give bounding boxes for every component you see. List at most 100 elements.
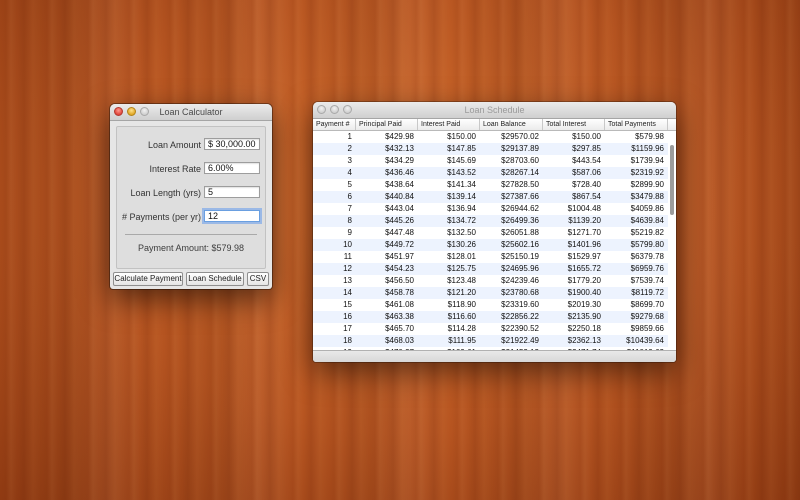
calculator-titlebar[interactable]: Loan Calculator — [110, 104, 272, 121]
table-cell: $2319.92 — [630, 168, 664, 177]
table-row[interactable]: 15 $461.08 $118.90 $23319.60 $2019.30 $8699.7… — [313, 299, 668, 311]
table-cell: 13 — [343, 276, 352, 285]
table-cell: $463.38 — [385, 312, 414, 321]
table-cell: $1529.97 — [567, 252, 601, 261]
table-cell: $5799.80 — [630, 240, 664, 249]
table-cell: $111.95 — [448, 336, 476, 345]
table-cell: $443.04 — [385, 204, 414, 213]
table-cell: $150.00 — [572, 132, 601, 141]
table-cell: $27387.66 — [501, 192, 539, 201]
table-cell: $4639.84 — [630, 216, 664, 225]
table-cell: $451.97 — [385, 252, 414, 261]
column-header[interactable]: Loan Balance — [480, 119, 543, 130]
vertical-scrollbar[interactable] — [670, 145, 674, 215]
table-cell: $449.72 — [385, 240, 414, 249]
table-cell: $443.54 — [572, 156, 601, 165]
table-cell: $24239.46 — [501, 276, 539, 285]
payments-per-year-row: # Payments (per yr) 12 — [117, 210, 265, 224]
table-row[interactable]: 10 $449.72 $130.26 $25602.16 $1401.96 $5799.8… — [313, 239, 668, 251]
minimize-icon[interactable] — [330, 105, 339, 114]
table-cell: $587.06 — [572, 168, 601, 177]
table-row[interactable]: 4 $436.46 $143.52 $28267.14 $587.06 $2319.92 — [313, 167, 668, 179]
table-cell: $2135.90 — [567, 312, 601, 321]
table-row[interactable]: 12 $454.23 $125.75 $24695.96 $1655.72 $6959.7… — [313, 263, 668, 275]
table-cell: $1139.20 — [568, 216, 601, 225]
divider — [125, 234, 257, 235]
table-cell: $125.75 — [447, 264, 476, 273]
table-row[interactable]: 18 $468.03 $111.95 $21922.49 $2362.13 $10439.… — [313, 335, 668, 347]
table-row[interactable]: 1 $429.98 $150.00 $29570.02 $150.00 $579.98 — [313, 131, 668, 143]
loan-calculator-window: Loan Calculator Loan Amount $ 30,000.00 … — [110, 104, 272, 289]
schedule-table: Payment # Principal Paid Interest Paid L… — [313, 119, 676, 350]
calculate-payment-button[interactable]: Calculate Payment — [113, 272, 183, 286]
table-cell: $25150.19 — [501, 252, 539, 261]
table-cell: $2362.13 — [567, 336, 601, 345]
column-header[interactable]: Total Payments — [605, 119, 668, 130]
table-row[interactable]: 5 $438.64 $141.34 $27828.50 $728.40 $2899.90 — [313, 179, 668, 191]
table-cell: $150.00 — [447, 132, 476, 141]
table-cell: $22856.22 — [501, 312, 539, 321]
table-cell: $21922.49 — [501, 336, 539, 345]
table-cell: $2899.90 — [630, 180, 664, 189]
table-row[interactable]: 16 $463.38 $116.60 $22856.22 $2135.90 $9279.6… — [313, 311, 668, 323]
table-cell: $1739.94 — [630, 156, 664, 165]
column-header[interactable]: Total Interest — [543, 119, 605, 130]
calculator-button-bar: Calculate Payment Loan Schedule CSV — [110, 271, 272, 289]
zoom-icon[interactable] — [140, 107, 149, 116]
table-cell: 14 — [343, 288, 352, 297]
table-cell: 6 — [347, 192, 352, 201]
table-row[interactable]: 3 $434.29 $145.69 $28703.60 $443.54 $1739.94 — [313, 155, 668, 167]
close-icon[interactable] — [317, 105, 326, 114]
table-cell: $445.26 — [385, 216, 414, 225]
table-cell: $121.20 — [447, 288, 476, 297]
minimize-icon[interactable] — [127, 107, 136, 116]
zoom-icon[interactable] — [343, 105, 352, 114]
loan-schedule-button[interactable]: Loan Schedule — [186, 272, 244, 286]
table-row[interactable]: 6 $440.84 $139.14 $27387.66 $867.54 $3479.88 — [313, 191, 668, 203]
table-cell: $454.23 — [385, 264, 414, 273]
table-cell: $26944.62 — [501, 204, 539, 213]
window-title: Loan Schedule — [464, 105, 525, 115]
table-cell: $25602.16 — [501, 240, 539, 249]
table-cell: $28267.14 — [501, 168, 539, 177]
schedule-titlebar[interactable]: Loan Schedule — [313, 102, 676, 119]
loan-amount-label: Loan Amount — [147, 140, 201, 150]
column-header[interactable]: Principal Paid — [356, 119, 418, 130]
payments-per-year-field[interactable]: 12 — [204, 210, 260, 222]
loan-length-field[interactable]: 5 — [204, 186, 260, 198]
table-cell: $297.85 — [572, 144, 601, 153]
table-row[interactable]: 2 $432.13 $147.85 $29137.89 $297.85 $1159.96 — [313, 143, 668, 155]
interest-rate-field[interactable]: 6.00% — [204, 162, 260, 174]
table-cell: $26499.36 — [501, 216, 539, 225]
table-cell: $4059.86 — [630, 204, 664, 213]
table-cell: $134.72 — [447, 216, 476, 225]
table-row[interactable]: 14 $458.78 $121.20 $23780.68 $1900.40 $8119.7… — [313, 287, 668, 299]
table-row[interactable]: 13 $456.50 $123.48 $24239.46 $1779.20 $7539.7… — [313, 275, 668, 287]
table-cell: $434.29 — [385, 156, 414, 165]
table-cell: $26051.88 — [501, 228, 539, 237]
table-row[interactable]: 7 $443.04 $136.94 $26944.62 $1004.48 $4059.86 — [313, 203, 668, 215]
table-cell: $438.64 — [385, 180, 414, 189]
table-cell: 2 — [347, 144, 352, 153]
column-header[interactable]: Payment # — [313, 119, 356, 130]
table-row[interactable]: 11 $451.97 $128.01 $25150.19 $1529.97 $6379.7… — [313, 251, 668, 263]
window-footer — [313, 350, 676, 362]
table-row[interactable]: 8 $445.26 $134.72 $26499.36 $1139.20 $4639.84 — [313, 215, 668, 227]
loan-amount-field[interactable]: $ 30,000.00 — [204, 138, 260, 150]
payment-amount: Payment Amount: $579.98 — [137, 243, 245, 253]
table-cell: $28703.60 — [501, 156, 539, 165]
table-cell: $2019.30 — [567, 300, 601, 309]
close-icon[interactable] — [114, 107, 123, 116]
table-row[interactable]: 9 $447.48 $132.50 $26051.88 $1271.70 $5219.82 — [313, 227, 668, 239]
table-cell: $436.46 — [385, 168, 414, 177]
column-header[interactable]: Interest Paid — [418, 119, 480, 130]
table-row[interactable]: 17 $465.70 $114.28 $22390.52 $2250.18 $9859.6… — [313, 323, 668, 335]
table-cell: $6379.78 — [630, 252, 664, 261]
table-cell: $579.98 — [635, 132, 664, 141]
table-cell: 12 — [343, 264, 352, 273]
window-title: Loan Calculator — [159, 107, 223, 117]
table-cell: $456.50 — [385, 276, 414, 285]
table-cell: $1655.72 — [567, 264, 601, 273]
csv-button[interactable]: CSV — [247, 272, 269, 286]
table-cell: $461.08 — [385, 300, 414, 309]
